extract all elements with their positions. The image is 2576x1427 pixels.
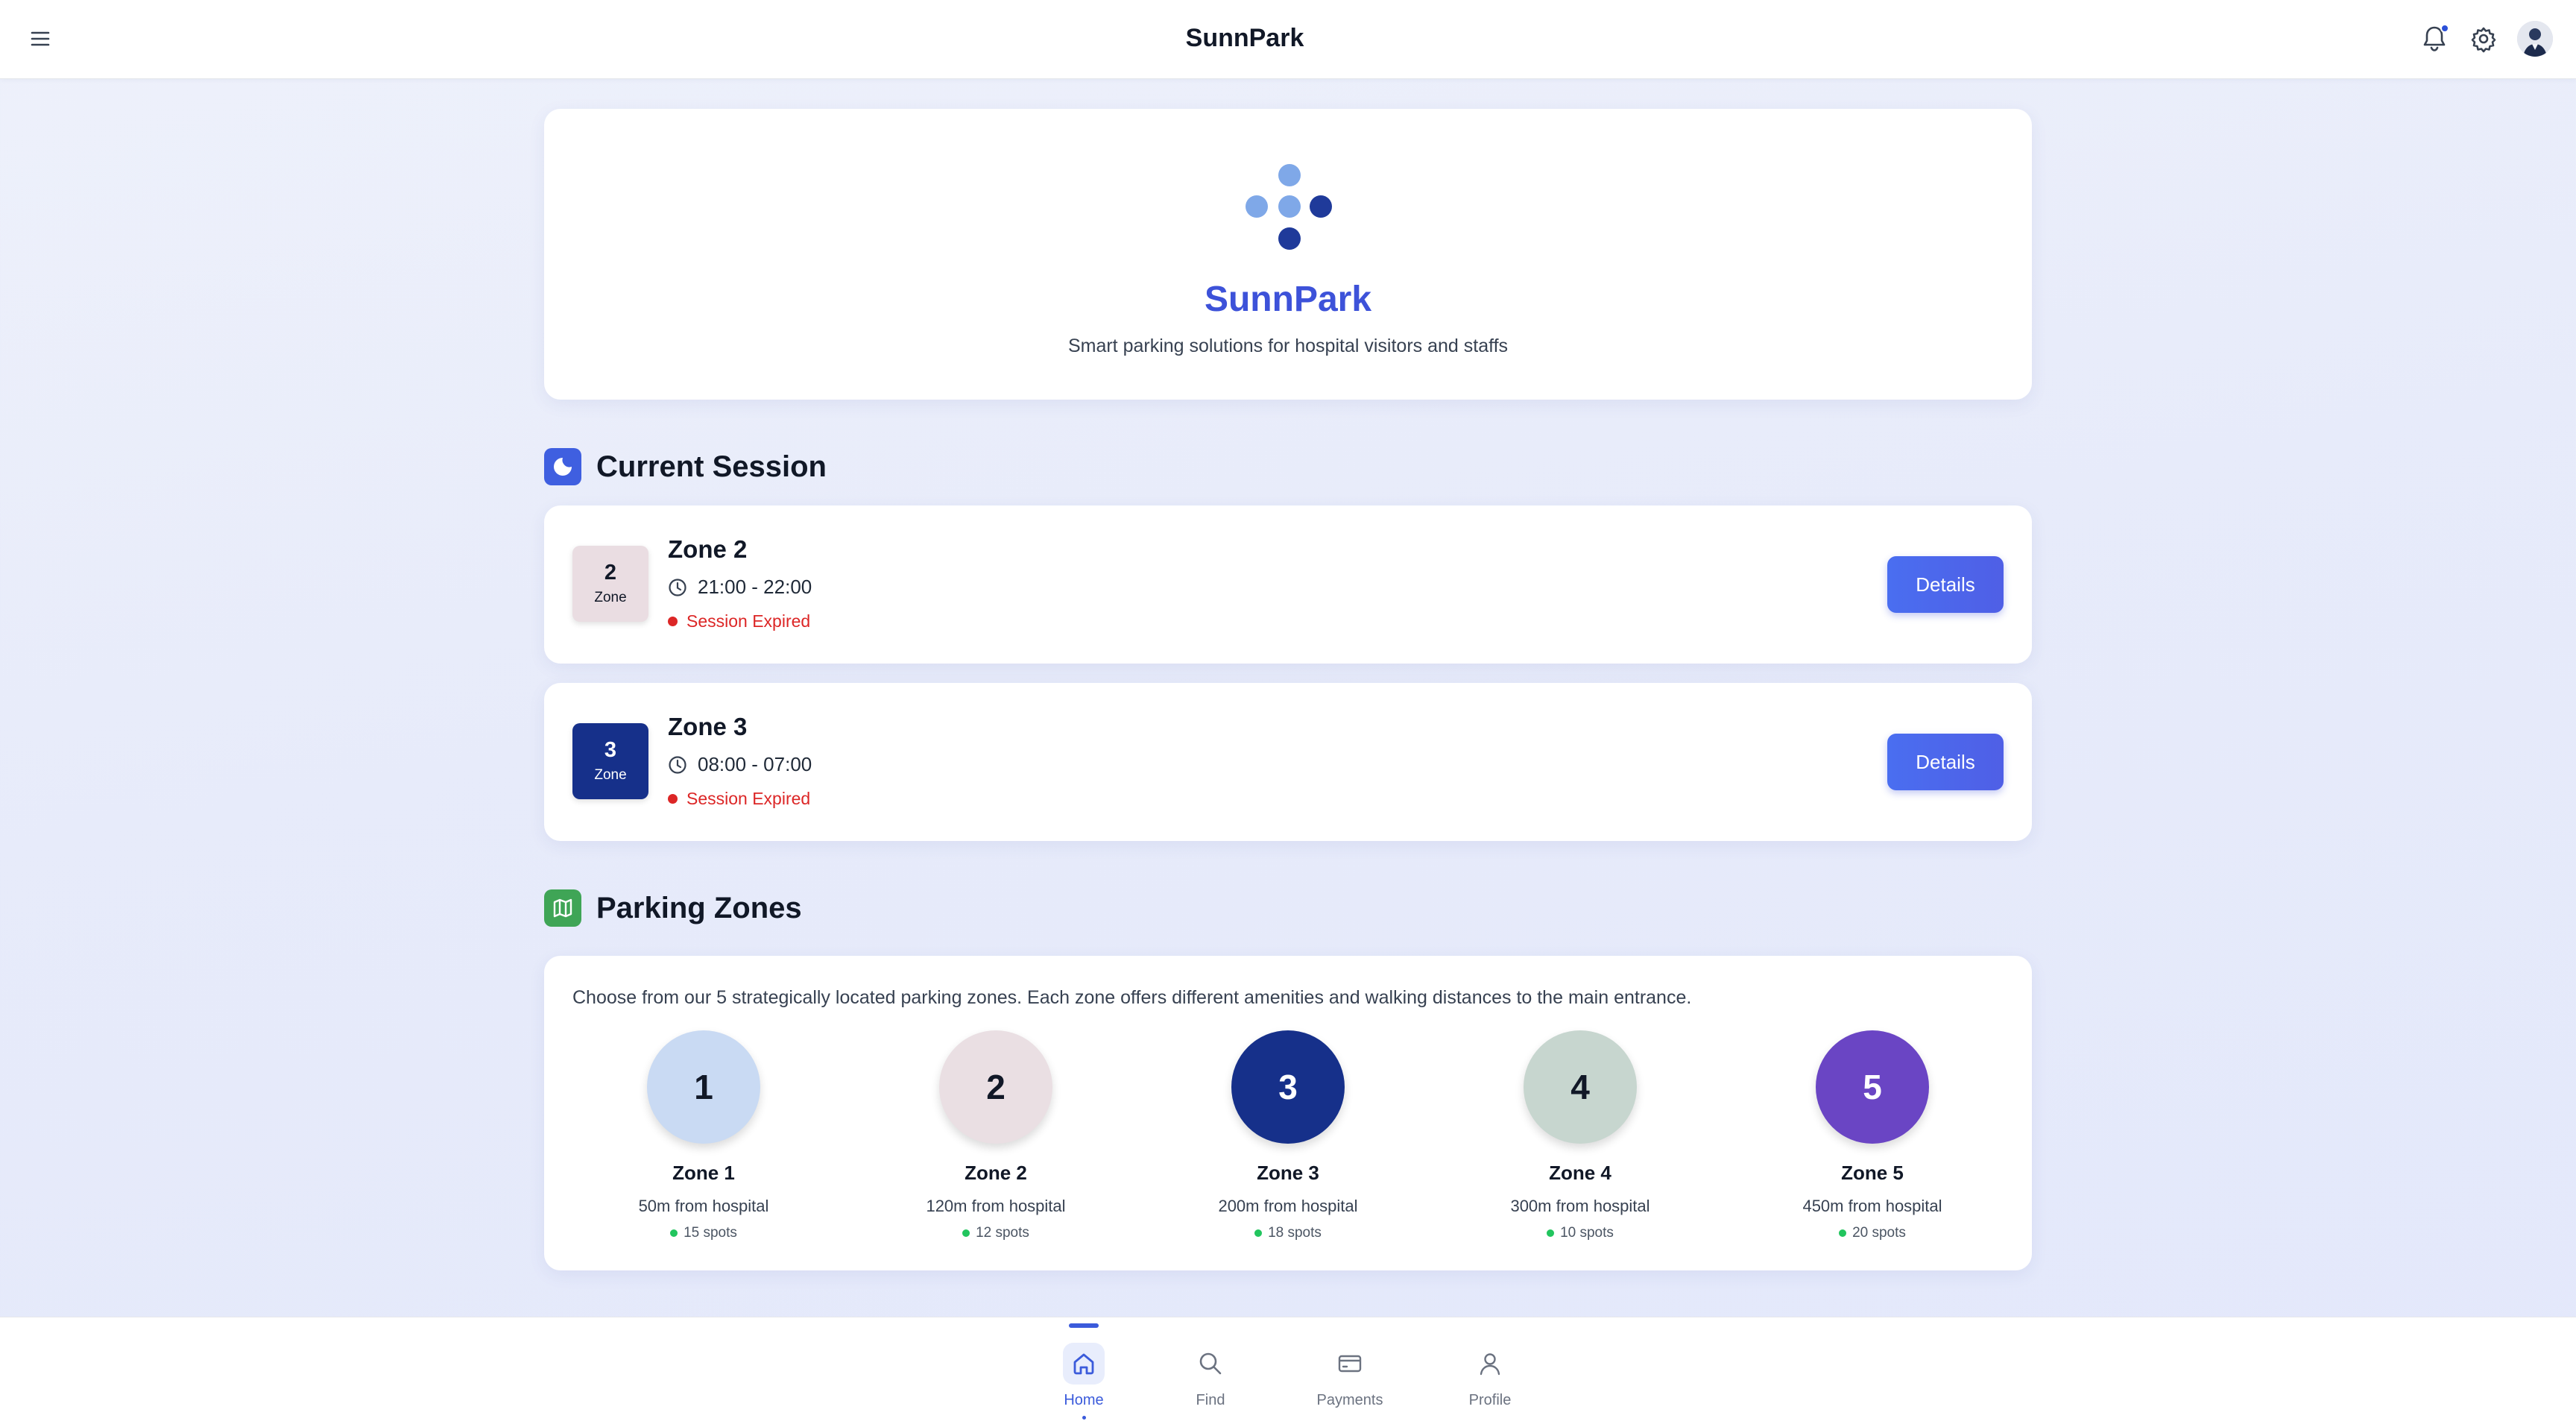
zones-description: Choose from our 5 strategically located … xyxy=(572,987,1692,1008)
availability-dot xyxy=(1547,1229,1555,1237)
bell-icon[interactable] xyxy=(2421,24,2451,54)
zone-badge-label: Zone xyxy=(594,766,627,783)
moon-icon xyxy=(544,448,581,485)
session-zone-title: Zone 2 xyxy=(668,535,748,563)
session-time: 21:00 - 22:00 xyxy=(668,576,812,599)
user-icon xyxy=(1469,1343,1511,1385)
user-avatar[interactable] xyxy=(2517,21,2553,57)
zone-name: Zone 1 xyxy=(672,1162,735,1184)
brand-name: SunnPark xyxy=(1204,280,1372,319)
status-dot xyxy=(668,617,678,626)
session-status-text: Session Expired xyxy=(686,789,811,808)
zone-name: Zone 2 xyxy=(965,1162,1027,1184)
zone-distance: 50m from hospital xyxy=(638,1197,769,1215)
zone-badge: 2 Zone xyxy=(572,546,648,622)
zone-badge-number: 3 xyxy=(604,738,617,763)
nav-label: Profile xyxy=(1468,1392,1512,1408)
current-session-header: Current Session xyxy=(544,448,827,485)
credit-card-icon xyxy=(1329,1343,1371,1385)
availability-dot xyxy=(670,1229,678,1237)
zone-spots-text: 12 spots xyxy=(976,1225,1029,1241)
nav-item-payments[interactable]: Payments xyxy=(1301,1317,1398,1427)
brand-tagline: Smart parking solutions for hospital vis… xyxy=(1067,336,1509,356)
active-tab-dot xyxy=(1082,1416,1086,1420)
zone-item[interactable]: 3 Zone 3 200m from hospital 18 spots xyxy=(1176,1030,1400,1241)
zone-item[interactable]: 1 Zone 1 50m from hospital 15 spots xyxy=(592,1030,815,1241)
zone-spots: 10 spots xyxy=(1468,1225,1692,1241)
session-time-text: 21:00 - 22:00 xyxy=(698,576,812,598)
zone-circle[interactable]: 1 xyxy=(647,1030,760,1144)
session-time-text: 08:00 - 07:00 xyxy=(698,753,812,775)
zone-badge: 3 Zone xyxy=(572,723,648,799)
zone-distance: 450m from hospital xyxy=(1802,1197,1942,1215)
zone-spots: 20 spots xyxy=(1761,1225,1984,1241)
map-icon xyxy=(544,889,581,927)
zone-circle[interactable]: 5 xyxy=(1816,1030,1929,1144)
zone-circle[interactable]: 3 xyxy=(1231,1030,1345,1144)
zone-circle[interactable]: 2 xyxy=(939,1030,1052,1144)
nav-label: Home xyxy=(1064,1392,1104,1408)
parking-zones-card: Choose from our 5 strategically located … xyxy=(544,956,2032,1270)
nav-label: Payments xyxy=(1316,1392,1383,1408)
session-zone-title: Zone 3 xyxy=(668,713,748,740)
zone-distance: 300m from hospital xyxy=(1510,1197,1650,1215)
details-button[interactable]: Details xyxy=(1887,734,2004,790)
home-icon xyxy=(1063,1343,1105,1385)
notification-dot xyxy=(2440,24,2449,33)
availability-dot xyxy=(1839,1229,1847,1237)
search-icon xyxy=(1190,1343,1231,1385)
nav-item-profile[interactable]: Profile xyxy=(1442,1317,1538,1427)
zone-distance: 120m from hospital xyxy=(926,1197,1066,1215)
zone-spots: 12 spots xyxy=(884,1225,1108,1241)
bottom-navigation: Home Find Payments Profile xyxy=(0,1317,2576,1427)
zone-badge-label: Zone xyxy=(594,589,627,605)
zone-spots-text: 18 spots xyxy=(1268,1225,1322,1241)
session-time: 08:00 - 07:00 xyxy=(668,753,812,776)
session-card: 2 Zone Zone 2 21:00 - 22:00 Session Expi… xyxy=(544,505,2032,664)
session-card: 3 Zone Zone 3 08:00 - 07:00 Session Expi… xyxy=(544,683,2032,841)
session-status: Session Expired xyxy=(668,611,810,631)
zone-name: Zone 4 xyxy=(1549,1162,1611,1184)
clock-icon xyxy=(669,578,686,596)
zone-name: Zone 5 xyxy=(1841,1162,1904,1184)
zone-item[interactable]: 2 Zone 2 120m from hospital 12 spots xyxy=(884,1030,1108,1241)
availability-dot xyxy=(1254,1229,1263,1237)
zone-badge-number: 2 xyxy=(604,561,617,585)
session-status: Session Expired xyxy=(668,789,810,809)
zone-spots-text: 15 spots xyxy=(684,1225,737,1241)
zone-name: Zone 3 xyxy=(1257,1162,1319,1184)
top-app-bar: SunnPark xyxy=(0,0,2576,79)
parking-zones-header: Parking Zones xyxy=(544,889,802,927)
zone-item[interactable]: 5 Zone 5 450m from hospital 20 spots xyxy=(1761,1030,1984,1241)
zone-circle[interactable]: 4 xyxy=(1524,1030,1637,1144)
zone-spots: 15 spots xyxy=(592,1225,815,1241)
availability-dot xyxy=(962,1229,970,1237)
sunnpark-logo xyxy=(1237,161,1334,258)
zone-spots: 18 spots xyxy=(1176,1225,1400,1241)
zone-spots-text: 10 spots xyxy=(1560,1225,1614,1241)
clock-icon xyxy=(669,755,686,774)
app-title: SunnPark xyxy=(1185,24,1304,52)
zone-item[interactable]: 4 Zone 4 300m from hospital 10 spots xyxy=(1468,1030,1692,1241)
nav-item-find[interactable]: Find xyxy=(1162,1317,1259,1427)
zone-spots-text: 20 spots xyxy=(1852,1225,1906,1241)
zone-distance: 200m from hospital xyxy=(1218,1197,1358,1215)
nav-item-home[interactable]: Home xyxy=(1035,1317,1132,1427)
nav-label: Find xyxy=(1196,1392,1225,1408)
session-status-text: Session Expired xyxy=(686,611,811,631)
section-title: Current Session xyxy=(596,450,827,483)
section-title: Parking Zones xyxy=(596,891,802,924)
details-button[interactable]: Details xyxy=(1887,556,2004,613)
status-dot xyxy=(668,794,678,804)
gear-icon[interactable] xyxy=(2469,24,2498,54)
